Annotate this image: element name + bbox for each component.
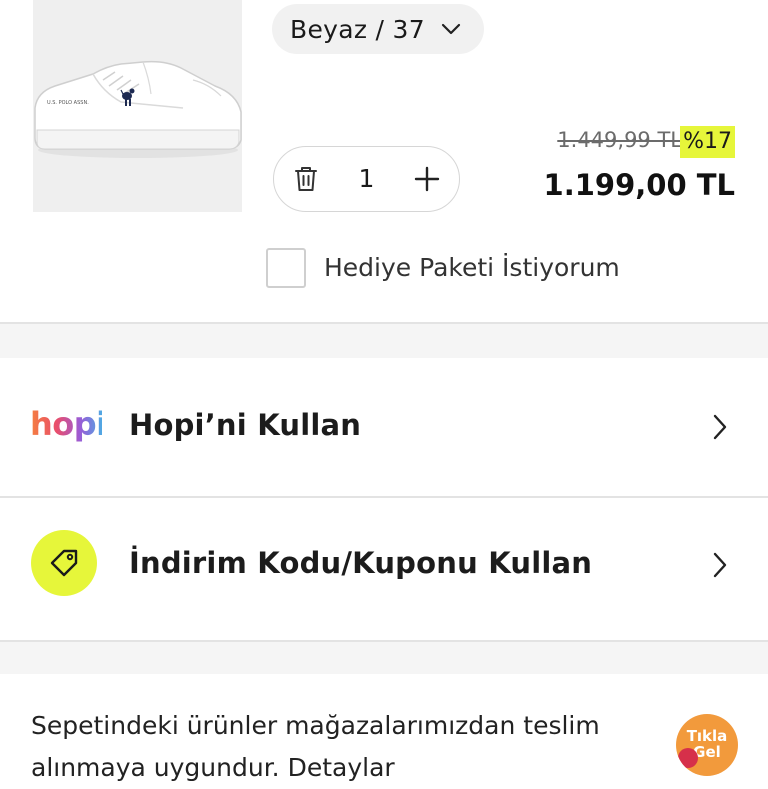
- current-price: 1.199,00 TL: [543, 168, 735, 202]
- section-gap: [0, 642, 768, 674]
- badge-text: Tıkla: [686, 727, 728, 745]
- tag-icon: [31, 530, 97, 596]
- svg-text:U.S. POLO ASSN.: U.S. POLO ASSN.: [47, 100, 89, 106]
- discount-badge: %17: [680, 126, 735, 158]
- tikla-gel-badge[interactable]: Tıkla Gel: [676, 714, 738, 776]
- sneaker-image: U.S. POLO ASSN.: [33, 0, 242, 212]
- quantity-stepper: 1: [273, 146, 460, 212]
- product-image[interactable]: U.S. POLO ASSN.: [33, 0, 242, 212]
- hopi-logo: hopi: [30, 405, 107, 454]
- gift-package-label[interactable]: Hediye Paketi İstiyorum: [324, 253, 620, 282]
- chevron-right-icon: [710, 412, 730, 442]
- delete-item-button[interactable]: [276, 147, 336, 210]
- plus-icon: [414, 166, 440, 191]
- cursor-icon: [678, 748, 698, 768]
- variant-label: Beyaz / 37: [290, 14, 425, 44]
- hopi-label: Hopi’ni Kullan: [129, 408, 362, 442]
- variant-select[interactable]: Beyaz / 37: [272, 4, 484, 54]
- delivery-info-line: alınmaya uygundur. Detaylar: [31, 747, 631, 789]
- quantity-value: 1: [358, 164, 375, 193]
- gift-package-checkbox[interactable]: [266, 248, 306, 288]
- trash-icon: [295, 166, 317, 191]
- svg-text:hopi: hopi: [30, 406, 102, 443]
- old-price: 1.449,99 TL: [557, 128, 682, 152]
- coupon-label: İndirim Kodu/Kuponu Kullan: [129, 546, 593, 580]
- chevron-down-icon: [441, 19, 461, 39]
- coupon-row[interactable]: İndirim Kodu/Kuponu Kullan: [0, 498, 768, 640]
- hopi-row[interactable]: hopi Hopi’ni Kullan: [0, 358, 768, 496]
- chevron-right-icon: [710, 550, 730, 580]
- increase-quantity-button[interactable]: [397, 147, 457, 210]
- delivery-info-line: Sepetindeki ürünler mağazalarımızdan tes…: [31, 711, 600, 740]
- delivery-info: Sepetindeki ürünler mağazalarımızdan tes…: [31, 705, 631, 789]
- section-gap: [0, 324, 768, 358]
